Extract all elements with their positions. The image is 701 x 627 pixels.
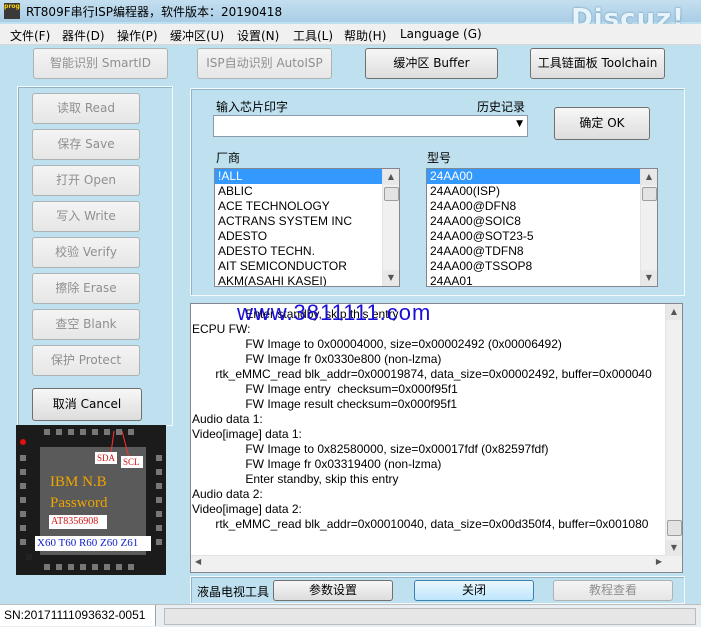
progress-bar xyxy=(164,608,696,625)
chip-pin-labels: X60 T60 R60 Z60 Z61 xyxy=(37,537,139,549)
blank-button[interactable]: 查空 Blank xyxy=(32,309,140,340)
chevron-down-icon[interactable]: ▼ xyxy=(516,119,523,129)
scroll-thumb[interactable] xyxy=(667,520,682,536)
serial-panel: SN:20171111093632-0051 xyxy=(0,605,156,626)
menu-language[interactable]: Language (G) xyxy=(400,27,482,41)
model-item[interactable]: 24AA00@TSSOP8 xyxy=(427,259,657,274)
menu-settings[interactable]: 设置(N) xyxy=(237,27,279,44)
log-line: Enter standby, skip this entry xyxy=(192,472,399,486)
read-button[interactable]: 读取 Read xyxy=(32,93,140,124)
log-line: FW Image result checksum=0x000f95f1 xyxy=(192,397,458,411)
model-item[interactable]: 24AA00@DFN8 xyxy=(427,199,657,214)
log-output[interactable]: Enter standby, skip this entry ECPU FW: … xyxy=(190,303,683,573)
chip-code: AT8356908 xyxy=(51,516,99,527)
log-line: rtk_eMMC_read blk_addr=0x00010040, data_… xyxy=(192,517,649,531)
model-item[interactable]: 24AA00@TDFN8 xyxy=(427,244,657,259)
protect-button[interactable]: 保护 Protect xyxy=(32,345,140,376)
scroll-left-icon[interactable]: ◀ xyxy=(195,557,201,566)
menu-file[interactable]: 文件(F) xyxy=(10,27,50,44)
menu-tools[interactable]: 工具(L) xyxy=(293,27,333,44)
log-vscrollbar[interactable]: ▲ ▼ xyxy=(665,304,682,572)
vendor-item[interactable]: AIT SEMICONDUCTOR xyxy=(215,259,399,274)
chip-pin-sda: SDA xyxy=(97,453,116,463)
model-item[interactable]: 24AA00(ISP) xyxy=(427,184,657,199)
params-button[interactable]: 参数设置 xyxy=(273,580,393,601)
cancel-button[interactable]: 取消 Cancel xyxy=(32,388,142,421)
menu-device[interactable]: 器件(D) xyxy=(62,27,105,44)
chip-pin-scl: SCL xyxy=(123,457,140,467)
window-title: RT809F串行ISP编程器，软件版本：20190418 xyxy=(26,5,283,19)
log-line: FW Image to 0x82580000, size=0x00017fdf … xyxy=(192,442,549,456)
model-list[interactable]: 24AA00 24AA00(ISP) 24AA00@DFN8 24AA00@SO… xyxy=(426,168,658,287)
scroll-up-icon[interactable]: ▲ xyxy=(641,169,657,185)
ok-button[interactable]: 确定 OK xyxy=(554,107,650,140)
vendor-item[interactable]: AKM(ASAHI KASEI) xyxy=(215,274,399,286)
write-button[interactable]: 写入 Write xyxy=(32,201,140,232)
menu-buffer[interactable]: 缓冲区(U) xyxy=(170,27,224,44)
scroll-down-icon[interactable]: ▼ xyxy=(641,270,657,286)
scroll-down-icon[interactable]: ▼ xyxy=(666,540,682,556)
scroll-up-icon[interactable]: ▲ xyxy=(666,304,682,320)
log-line: rtk_eMMC_read blk_addr=0x00019874, data_… xyxy=(192,367,652,381)
log-line: Audio data 1: xyxy=(192,412,263,426)
toolchain-button[interactable]: 工具链面板 Toolchain xyxy=(530,48,665,79)
log-line: Video[image] data 2: xyxy=(192,502,302,516)
close-button[interactable]: 关闭 xyxy=(414,580,534,601)
scroll-up-icon[interactable]: ▲ xyxy=(383,169,399,185)
model-scrollbar[interactable]: ▲ ▼ xyxy=(640,169,657,286)
log-line: Audio data 2: xyxy=(192,487,263,501)
log-line: FW Image entry checksum=0x000f95f1 xyxy=(192,382,458,396)
log-hscrollbar[interactable]: ◀ ▶ xyxy=(191,555,666,572)
log-line: FW Image to 0x00004000, size=0x00002492 … xyxy=(192,337,562,351)
log-line: Video[image] data 1: xyxy=(192,427,302,441)
chip-image: SDA SCL IBM N.B Password AT8356908 X60 T… xyxy=(16,425,166,575)
scroll-down-icon[interactable]: ▼ xyxy=(383,270,399,286)
model-item[interactable]: 24AA00 xyxy=(427,169,657,184)
menu-bar: 文件(F) 器件(D) 操作(P) 缓冲区(U) 设置(N) 工具(L) 帮助(… xyxy=(0,24,701,45)
tutorial-button[interactable]: 教程查看 xyxy=(553,580,673,601)
chip-input-combo[interactable]: ▼ xyxy=(213,115,528,137)
main-window: prog RT809F串行ISP编程器，软件版本：20190418 Discuz… xyxy=(0,0,701,627)
log-lines: Enter standby, skip this entry ECPU FW: … xyxy=(192,307,665,532)
model-label: 型号 xyxy=(427,151,452,165)
buffer-button[interactable]: 缓冲区 Buffer xyxy=(365,48,498,79)
vendor-item[interactable]: ADESTO xyxy=(215,229,399,244)
log-line: FW Image fr 0x0330e800 (non-lzma) xyxy=(192,352,442,366)
log-line: FW Image fr 0x03319400 (non-lzma) xyxy=(192,457,442,471)
scroll-thumb[interactable] xyxy=(642,187,657,201)
model-item[interactable]: 24AA00@SOIC8 xyxy=(427,214,657,229)
save-button[interactable]: 保存 Save xyxy=(32,129,140,160)
model-item[interactable]: 24AA00@SOT23-5 xyxy=(427,229,657,244)
verify-button[interactable]: 校验 Verify xyxy=(32,237,140,268)
site-watermark: www.3811111.com xyxy=(237,300,432,325)
chip-password: Password xyxy=(50,495,108,511)
scroll-thumb[interactable] xyxy=(384,187,399,201)
model-item[interactable]: 24AA01 xyxy=(427,274,657,286)
vendor-item[interactable]: !ALL xyxy=(215,169,399,184)
vendor-scrollbar[interactable]: ▲ ▼ xyxy=(382,169,399,286)
chip-brand: IBM N.B xyxy=(50,474,107,490)
app-icon: prog xyxy=(4,3,20,19)
menu-operation[interactable]: 操作(P) xyxy=(117,27,158,44)
menu-help[interactable]: 帮助(H) xyxy=(344,27,386,44)
scroll-right-icon[interactable]: ▶ xyxy=(656,557,662,566)
vendor-item[interactable]: ABLIC xyxy=(215,184,399,199)
lcd-tools-label: 液晶电视工具 xyxy=(197,585,270,599)
vendor-label: 厂商 xyxy=(216,151,241,165)
smartid-button[interactable]: 智能识别 SmartID xyxy=(33,48,168,79)
autoisp-button[interactable]: ISP自动识别 AutoISP xyxy=(197,48,332,79)
serial-number: SN:20171111093632-0051 xyxy=(4,608,146,622)
open-button[interactable]: 打开 Open xyxy=(32,165,140,196)
vendor-item[interactable]: ADESTO TECHN. xyxy=(215,244,399,259)
erase-button[interactable]: 擦除 Erase xyxy=(32,273,140,304)
title-bar: prog RT809F串行ISP编程器，软件版本：20190418 Discuz… xyxy=(0,0,701,34)
history-label: 历史记录 xyxy=(477,100,526,114)
status-bar: SN:20171111093632-0051 xyxy=(0,604,701,627)
vendor-item[interactable]: ACTRANS SYSTEM INC xyxy=(215,214,399,229)
vendor-item[interactable]: ACE TECHNOLOGY xyxy=(215,199,399,214)
chip-input-label: 输入芯片印字 xyxy=(216,100,289,114)
vendor-list[interactable]: !ALL ABLIC ACE TECHNOLOGY ACTRANS SYSTEM… xyxy=(214,168,400,287)
